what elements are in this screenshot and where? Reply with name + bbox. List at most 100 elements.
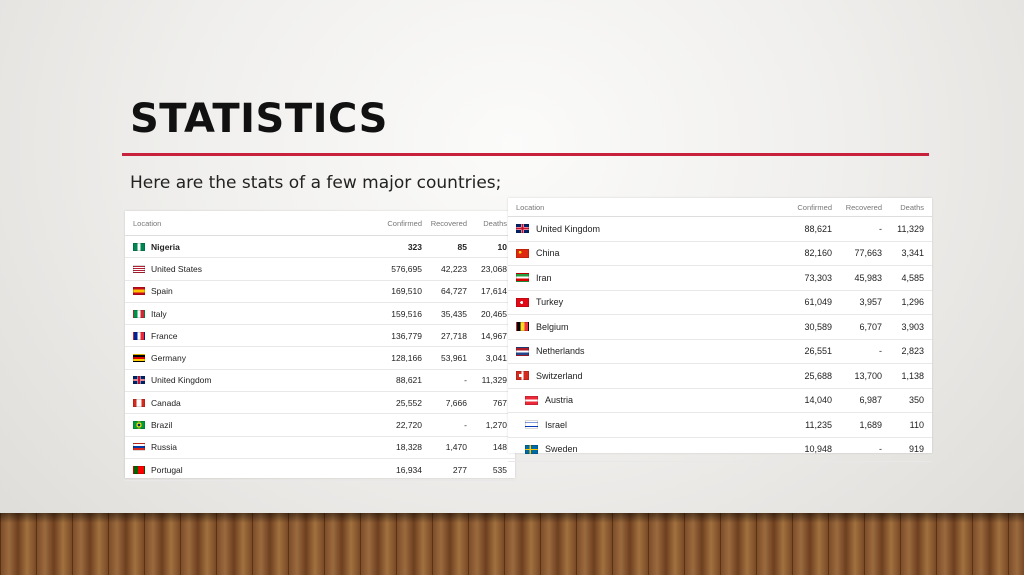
deaths-cell: 535: [492, 464, 507, 475]
uk-flag-icon: [516, 224, 529, 234]
location-cell: Spain: [133, 286, 364, 296]
netherlands-flag-icon: [516, 346, 529, 356]
brazil-flag-icon: [133, 421, 145, 430]
confirmed-cell: 25,552: [396, 397, 422, 408]
country-name: Israel: [545, 419, 568, 430]
table-row: United States 576,695 42,223 23,068: [125, 258, 515, 281]
location-cell: China: [516, 248, 762, 258]
header-recovered: Recovered: [430, 218, 467, 228]
confirmed-cell: 16,934: [396, 464, 422, 475]
table-row: Austria 14,040 6,987 350: [508, 389, 932, 413]
recovered-cell: -: [879, 444, 882, 455]
deaths-cell: 1,138: [901, 370, 924, 381]
table-row: Brazil 22,720 - 1,270: [125, 414, 515, 437]
table-header: Location Confirmed Recovered Deaths: [508, 198, 932, 217]
country-name: Russia: [151, 442, 177, 453]
confirmed-cell: 323: [407, 241, 422, 252]
recovered-cell: 1,689: [859, 419, 882, 430]
country-name: United Kingdom: [151, 375, 212, 386]
country-name: France: [151, 330, 178, 341]
recovered-cell: 42,223: [441, 263, 467, 274]
location-cell: Belgium: [516, 322, 762, 332]
deaths-cell: 17,614: [481, 286, 507, 297]
slide-subtitle: Here are the stats of a few major countr…: [130, 173, 502, 193]
header-location: Location: [516, 202, 545, 212]
recovered-cell: 45,983: [854, 272, 882, 283]
confirmed-cell: 61,049: [804, 297, 832, 308]
switzerland-flag-icon: [516, 371, 529, 381]
header-confirmed: Confirmed: [387, 218, 422, 228]
header-recovered: Recovered: [845, 202, 882, 212]
deaths-cell: 20,465: [481, 308, 507, 319]
country-name: United Kingdom: [536, 223, 601, 234]
location-cell: Turkey: [516, 297, 762, 307]
recovered-cell: 13,700: [854, 370, 882, 381]
turkey-flag-icon: [516, 297, 529, 307]
recovered-cell: -: [879, 346, 882, 357]
country-name: Belgium: [536, 321, 569, 332]
uk-flag-icon: [133, 376, 145, 385]
recovered-cell: 27,718: [441, 330, 467, 341]
country-name: Netherlands: [536, 346, 585, 357]
table-row: Russia 18,328 1,470 148: [125, 437, 515, 459]
location-cell: Israel: [525, 420, 762, 430]
deaths-cell: 148: [492, 442, 507, 453]
header-deaths: Deaths: [483, 218, 507, 228]
recovered-cell: 7,666: [445, 397, 467, 408]
confirmed-cell: 30,589: [804, 321, 832, 332]
recovered-cell: 35,435: [441, 308, 467, 319]
country-name: Brazil: [151, 420, 173, 431]
location-cell: France: [133, 331, 364, 341]
iran-flag-icon: [516, 273, 529, 283]
stats-table-right: Location Confirmed Recovered Deaths Unit…: [508, 198, 932, 462]
location-cell: Iran: [516, 273, 762, 283]
deaths-cell: 11,329: [897, 223, 924, 234]
portugal-flag-icon: [133, 465, 145, 474]
floor-shadow: [0, 513, 1024, 523]
table-row: France 136,779 27,718 14,967: [125, 325, 515, 348]
russia-flag-icon: [133, 443, 145, 452]
country-name: Spain: [151, 286, 173, 297]
deaths-cell: 767: [492, 397, 507, 408]
location-cell: Switzerland: [516, 371, 762, 381]
deaths-cell: 2,823: [901, 346, 924, 357]
confirmed-cell: 159,516: [391, 308, 422, 319]
confirmed-cell: 14,040: [804, 395, 832, 406]
recovered-cell: 6,707: [859, 321, 882, 332]
sweden-flag-icon: [525, 444, 538, 454]
table-row: Belgium 30,589 6,707 3,903: [508, 315, 932, 340]
deaths-cell: 3,341: [901, 248, 924, 259]
table-row: China 82,160 77,663 3,341: [508, 242, 932, 266]
recovered-cell: 77,663: [854, 248, 882, 259]
country-name: Austria: [545, 395, 574, 406]
confirmed-cell: 128,166: [391, 353, 422, 364]
location-cell: Canada: [133, 398, 364, 408]
deaths-cell: 110: [909, 419, 924, 430]
deaths-cell: 919: [908, 444, 924, 455]
table-row: Spain 169,510 64,727 17,614: [125, 281, 515, 303]
stats-table-left: Location Confirmed Recovered Deaths Nige…: [125, 211, 515, 482]
germany-flag-icon: [133, 354, 145, 363]
header-confirmed: Confirmed: [797, 202, 832, 212]
confirmed-cell: 26,551: [804, 346, 832, 357]
table-row: Turkey 61,049 3,957 1,296: [508, 291, 932, 315]
deaths-cell: 23,068: [481, 263, 507, 274]
location-cell: Netherlands: [516, 346, 762, 356]
table-row: Portugal 16,934 277 535: [125, 459, 515, 482]
table-row: Canada 25,552 7,666 767: [125, 392, 515, 415]
confirmed-cell: 73,303: [804, 272, 832, 283]
deaths-cell: 1,296: [901, 297, 924, 308]
recovered-cell: -: [464, 375, 467, 386]
deaths-cell: 3,903: [901, 321, 924, 332]
italy-flag-icon: [133, 309, 145, 318]
location-cell: Germany: [133, 353, 364, 363]
confirmed-cell: 18,328: [396, 442, 422, 453]
spain-flag-icon: [133, 287, 145, 296]
france-flag-icon: [133, 331, 145, 340]
israel-flag-icon: [525, 420, 538, 430]
table-row: Iran 73,303 45,983 4,585: [508, 266, 932, 291]
confirmed-cell: 82,160: [804, 248, 832, 259]
deaths-cell: 11,329: [481, 375, 507, 386]
recovered-cell: 277: [452, 464, 467, 475]
header-deaths: Deaths: [900, 202, 924, 212]
